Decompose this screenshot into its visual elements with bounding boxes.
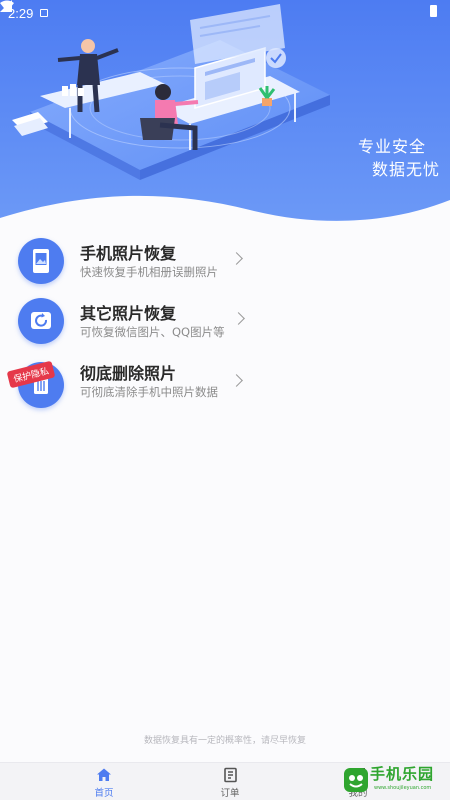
recovery-disclaimer: 数据恢复具有一定的概率性，请尽早恢复 — [143, 736, 306, 746]
chevron-right-icon — [232, 312, 245, 325]
chevron-right-icon — [230, 374, 243, 387]
slogan-line-1: 专业安全 — [357, 137, 426, 156]
menu-subtitle: 可恢复微信图片、QQ图片等 — [80, 325, 225, 339]
signal-icon — [0, 0, 12, 12]
chevron-right-icon — [230, 252, 243, 265]
notification-icon — [40, 9, 48, 17]
hero-banner: 2:29 专业安全 数据无忧 — [0, 0, 450, 245]
restore-icon — [18, 298, 64, 344]
battery-icon — [430, 5, 437, 17]
tab-home[interactable]: 首页 — [64, 763, 144, 800]
menu-item-permanent-delete[interactable]: 彻底删除照片 可彻底清除手机中照片数据 — [0, 352, 450, 412]
order-icon — [224, 767, 237, 783]
menu-title: 手机照片恢复 — [80, 244, 177, 263]
home-icon — [97, 768, 111, 781]
tab-label: 首页 — [94, 788, 114, 799]
menu-subtitle: 可彻底清除手机中照片数据 — [80, 385, 218, 399]
menu-item-other-photo-recovery[interactable]: 其它照片恢复 可恢复微信图片、QQ图片等 — [0, 292, 450, 352]
app-screen: 2:29 专业安全 数据无忧 手机照片恢复 快速恢复手机相册误删照片 其它照片恢… — [0, 0, 450, 800]
tab-label: 订单 — [220, 788, 240, 799]
slogan-line-2: 数据无忧 — [371, 160, 440, 179]
menu-item-phone-photo-recovery[interactable]: 手机照片恢复 快速恢复手机相册误删照片 — [0, 232, 450, 292]
menu-subtitle: 快速恢复手机相册误删照片 — [80, 265, 218, 279]
watermark-text: 手机乐园 — [370, 765, 435, 783]
watermark-url: www.shoujileyuan.com — [374, 785, 432, 791]
status-bar: 2:29 — [0, 0, 450, 26]
watermark-logo: 手机乐园 www.shoujileyuan.com — [340, 760, 450, 800]
menu-title: 其它照片恢复 — [80, 304, 177, 323]
watermark-icon — [344, 768, 368, 792]
tab-orders[interactable]: 订单 — [190, 763, 270, 800]
phone-photo-icon — [18, 238, 64, 284]
hero-illustration — [0, 0, 450, 245]
menu-title: 彻底删除照片 — [80, 364, 177, 383]
